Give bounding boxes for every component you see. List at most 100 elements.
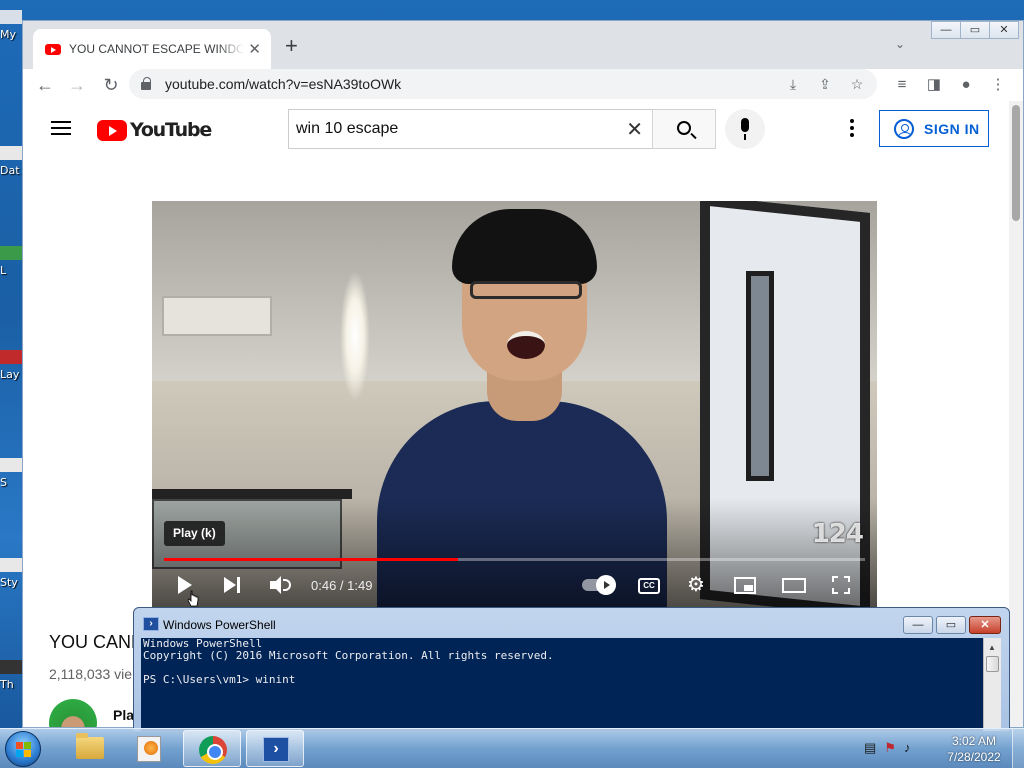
voice-search-mic-icon[interactable]: [725, 109, 765, 149]
taskbar-chrome[interactable]: [183, 730, 241, 767]
time-display: 0:46 / 1:49: [311, 578, 373, 593]
taskbar-powershell[interactable]: ›: [246, 730, 304, 767]
powershell-icon: ›: [143, 617, 159, 631]
desktop-icon-sty[interactable]: Sty: [0, 558, 22, 589]
theater-mode-icon[interactable]: [782, 578, 806, 593]
close-window-button[interactable]: ✕: [989, 21, 1019, 39]
youtube-logo[interactable]: YouTube: [97, 119, 212, 141]
window-controls: — ▭ ✕: [931, 21, 1019, 39]
lock-icon[interactable]: [141, 77, 151, 90]
start-button[interactable]: [5, 731, 41, 767]
tab-youtube[interactable]: YOU CANNOT ESCAPE WINDOWS 10 ✕: [33, 29, 271, 69]
powershell-window-controls: — ▭ ✕: [900, 616, 1001, 634]
settings-kebab-icon[interactable]: [849, 119, 855, 139]
share-icon[interactable]: ⇪: [815, 74, 835, 94]
taskbar: › ▤⚑♪ 3:02 AM 7/28/2022: [0, 728, 1024, 768]
captions-icon[interactable]: CC: [638, 578, 660, 594]
forward-arrow-icon[interactable]: →: [65, 73, 89, 97]
system-tray: ▤⚑♪: [864, 740, 918, 756]
show-desktop-button[interactable]: [1012, 729, 1024, 768]
page-scrollbar[interactable]: [1009, 101, 1023, 727]
channel-watermark: 124: [811, 519, 864, 549]
reload-icon[interactable]: ↻: [99, 73, 123, 97]
youtube-wordmark: YouTube: [130, 119, 212, 141]
chrome-icon: [199, 736, 227, 764]
sign-in-button[interactable]: SIGN IN: [879, 110, 989, 147]
autoplay-toggle[interactable]: [582, 575, 616, 595]
youtube-play-logo-icon: [97, 119, 127, 141]
powershell-maximize-button[interactable]: ▭: [936, 616, 966, 634]
fullscreen-icon[interactable]: [832, 576, 850, 594]
account-icon: [894, 118, 914, 139]
flag-icon[interactable]: ⚑: [884, 740, 904, 755]
progress-played: [164, 558, 459, 561]
video-title: YOU CANN: [49, 632, 145, 652]
clear-search-icon[interactable]: ✕: [626, 117, 643, 142]
youtube-favicon-icon: [45, 43, 61, 55]
minimize-button[interactable]: —: [931, 21, 961, 39]
clock-date: 7/28/2022: [947, 750, 1001, 764]
media-control-icon[interactable]: ≡: [891, 74, 913, 96]
player-controls: 0:46 / 1:49 CC ⚙: [152, 567, 877, 603]
play-tooltip: Play (k): [164, 521, 225, 546]
tab-strip: YOU CANNOT ESCAPE WINDOWS 10 ✕ + ⌄ — ▭ ✕: [23, 21, 1023, 69]
folder-icon: [76, 733, 104, 759]
profile-icon[interactable]: ●: [955, 74, 977, 96]
miniplayer-icon[interactable]: [734, 577, 756, 594]
speaker-icon[interactable]: ♪: [904, 740, 919, 755]
desktop-icon-l[interactable]: L: [0, 246, 22, 277]
search-query[interactable]: win 10 escape: [296, 120, 626, 138]
search-input[interactable]: win 10 escape ✕: [288, 109, 653, 149]
taskbar-media-player[interactable]: [120, 730, 178, 767]
browser-toolbar: ← → ↻ youtube.com/watch?v=esNA39toOWk ⤓ …: [23, 69, 1023, 101]
channel-avatar[interactable]: [49, 699, 97, 727]
maximize-button[interactable]: ▭: [960, 21, 990, 39]
desktop-icon-lay[interactable]: Lay: [0, 350, 22, 381]
media-player-icon: [137, 736, 161, 762]
view-count: 2,118,033 vie: [49, 666, 133, 682]
desktop-icon-th[interactable]: Th: [0, 660, 22, 691]
powershell-taskbar-icon: ›: [263, 737, 289, 762]
video-frame: [152, 201, 877, 608]
install-app-icon[interactable]: ⤓: [783, 74, 803, 94]
sign-in-label: SIGN IN: [924, 120, 980, 137]
scrollbar-thumb[interactable]: [1012, 105, 1020, 221]
tab-search-icon[interactable]: ⌄: [895, 37, 905, 51]
address-bar[interactable]: youtube.com/watch?v=esNA39toOWk ⤓ ⇪ ☆: [129, 69, 877, 99]
new-tab-button[interactable]: +: [285, 35, 298, 57]
powershell-scroll-thumb[interactable]: [986, 656, 999, 672]
tab-close-icon[interactable]: ✕: [248, 40, 261, 58]
settings-gear-icon[interactable]: ⚙: [686, 575, 706, 595]
taskbar-explorer[interactable]: [60, 730, 118, 767]
powershell-scrollbar[interactable]: ▲: [983, 638, 1001, 731]
desktop-icon-dat[interactable]: Dat: [0, 146, 22, 177]
powershell-console[interactable]: Windows PowerShell Copyright (C) 2016 Mic…: [141, 638, 983, 731]
progress-bar[interactable]: [164, 558, 865, 561]
search-icon: [677, 121, 691, 135]
powershell-title: Windows PowerShell: [163, 618, 276, 632]
side-panel-icon[interactable]: ◨: [923, 74, 945, 96]
bookmark-star-icon[interactable]: ☆: [847, 74, 867, 94]
back-arrow-icon[interactable]: ←: [33, 73, 57, 97]
autoplay-knob-icon: [596, 575, 616, 595]
hamburger-menu-icon[interactable]: [51, 121, 71, 135]
network-icon[interactable]: ▤: [864, 740, 884, 755]
taskbar-clock[interactable]: 3:02 AM 7/28/2022: [944, 733, 1004, 765]
powershell-close-button[interactable]: ✕: [969, 616, 1001, 634]
scroll-up-icon[interactable]: ▲: [988, 643, 996, 652]
powershell-titlebar[interactable]: › Windows PowerShell — ▭ ✕: [134, 608, 1009, 638]
video-player[interactable]: 124 Play (k) 0:46 / 1:49 CC ⚙: [152, 201, 877, 608]
url-text[interactable]: youtube.com/watch?v=esNA39toOWk: [165, 76, 401, 92]
desktop-icon-s[interactable]: S: [0, 458, 22, 489]
tab-title: YOU CANNOT ESCAPE WINDOWS 10: [69, 42, 245, 56]
powershell-window: › Windows PowerShell — ▭ ✕ Windows Power…: [133, 607, 1010, 732]
console-prompt-line[interactable]: PS C:\Users\vm1> winint: [143, 674, 981, 686]
search-button[interactable]: [652, 109, 716, 149]
channel-name[interactable]: Pla: [113, 707, 134, 723]
next-video-icon[interactable]: [224, 574, 244, 596]
console-line: Copyright (C) 2016 Microsoft Corporation…: [143, 649, 554, 662]
desktop-icon-my-computer[interactable]: My: [0, 10, 22, 41]
powershell-minimize-button[interactable]: —: [903, 616, 933, 634]
clock-time: 3:02 AM: [951, 734, 997, 748]
chrome-menu-icon[interactable]: ⋮: [987, 74, 1009, 96]
